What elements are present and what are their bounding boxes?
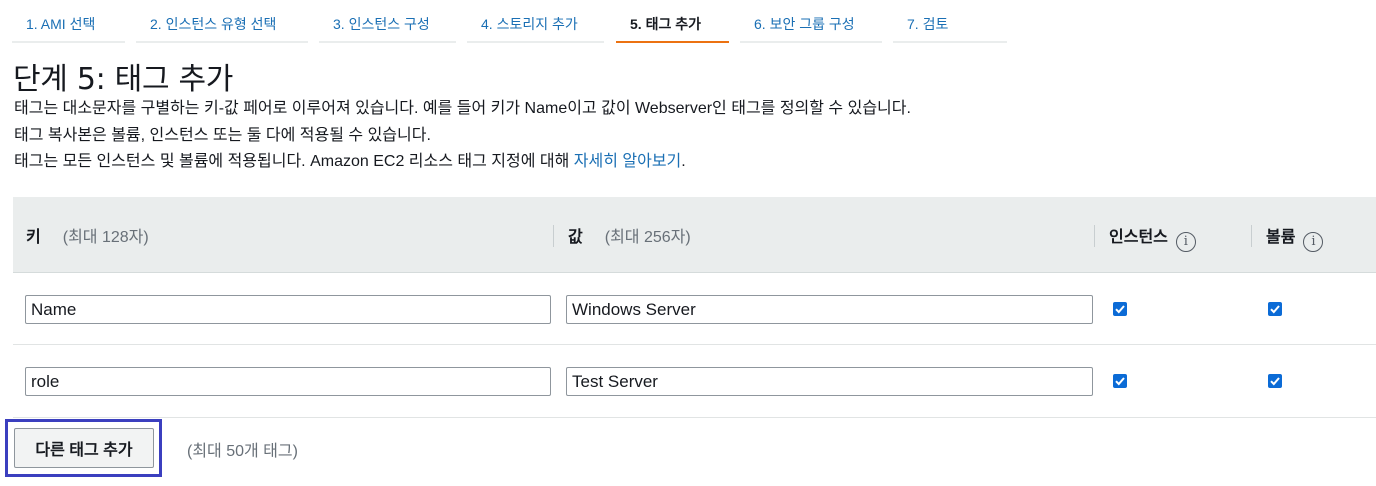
tag-value-input[interactable] (566, 295, 1093, 324)
tab-add-storage[interactable]: 4. 스토리지 추가 (467, 0, 604, 43)
table-row (13, 273, 1376, 345)
column-divider (553, 225, 554, 247)
info-icon[interactable]: i (1303, 232, 1324, 252)
column-divider (1251, 225, 1252, 247)
instances-checkbox[interactable] (1113, 374, 1127, 388)
tab-add-tags[interactable]: 5. 태그 추가 (616, 0, 729, 43)
instances-checkbox[interactable] (1113, 302, 1127, 316)
header-value: 값 (최대 256자) (568, 223, 691, 247)
header-instances-label: 인스턴스 (1109, 229, 1168, 246)
description-line-1: 태그는 대소문자를 구별하는 키-값 페어로 이루어져 있습니다. 예를 들어 … (14, 100, 911, 117)
tag-key-input[interactable] (25, 367, 551, 396)
tab-review[interactable]: 7. 검토 (893, 0, 1007, 43)
wizard-steps: 1. AMI 선택 2. 인스턴스 유형 선택 3. 인스턴스 구성 4. 스토… (0, 0, 1376, 44)
add-tag-button[interactable]: 다른 태그 추가 (14, 428, 154, 468)
page-title: 단계 5: 태그 추가 (13, 62, 234, 97)
tab-choose-ami[interactable]: 1. AMI 선택 (12, 0, 125, 43)
tab-configure-instance[interactable]: 3. 인스턴스 구성 (319, 0, 456, 43)
tag-value-input[interactable] (566, 367, 1093, 396)
volumes-checkbox[interactable] (1268, 374, 1282, 388)
description-line-2: 태그 복사본은 볼륨, 인스턴스 또는 둘 다에 적용될 수 있습니다. (14, 127, 431, 144)
check-icon (1115, 377, 1125, 386)
header-key-label: 키 (26, 229, 41, 246)
header-value-label: 값 (568, 229, 583, 246)
check-icon (1270, 377, 1280, 386)
header-volumes: 볼륨 i (1266, 223, 1324, 252)
learn-more-link[interactable]: 자세히 알아보기 (574, 153, 682, 170)
volumes-checkbox[interactable] (1268, 302, 1282, 316)
tab-choose-instance-type[interactable]: 2. 인스턴스 유형 선택 (136, 0, 308, 43)
check-icon (1270, 305, 1280, 314)
header-key: 키 (최대 128자) (26, 223, 149, 247)
header-instances: 인스턴스 i (1109, 223, 1196, 252)
header-volumes-label: 볼륨 (1266, 229, 1296, 246)
description-line-3: 태그는 모든 인스턴스 및 볼륨에 적용됩니다. Amazon EC2 리소스 … (14, 147, 686, 171)
max-tags-hint: (최대 50개 태그) (187, 443, 298, 460)
add-tag-highlight: 다른 태그 추가 (5, 419, 162, 477)
tab-configure-security-group[interactable]: 6. 보안 그룹 구성 (740, 0, 882, 43)
header-key-hint: (최대 128자) (62, 229, 149, 246)
table-row (13, 346, 1376, 418)
tag-key-input[interactable] (25, 295, 551, 324)
check-icon (1115, 305, 1125, 314)
column-divider (1094, 225, 1095, 247)
info-icon[interactable]: i (1175, 232, 1196, 252)
header-value-hint: (최대 256자) (604, 229, 691, 246)
tags-table-header: 키 (최대 128자) 값 (최대 256자) 인스턴스 i 볼륨 i (13, 197, 1376, 273)
description-line-3-end: . (681, 153, 686, 170)
description-line-3-text: 태그는 모든 인스턴스 및 볼륨에 적용됩니다. Amazon EC2 리소스 … (14, 153, 574, 170)
